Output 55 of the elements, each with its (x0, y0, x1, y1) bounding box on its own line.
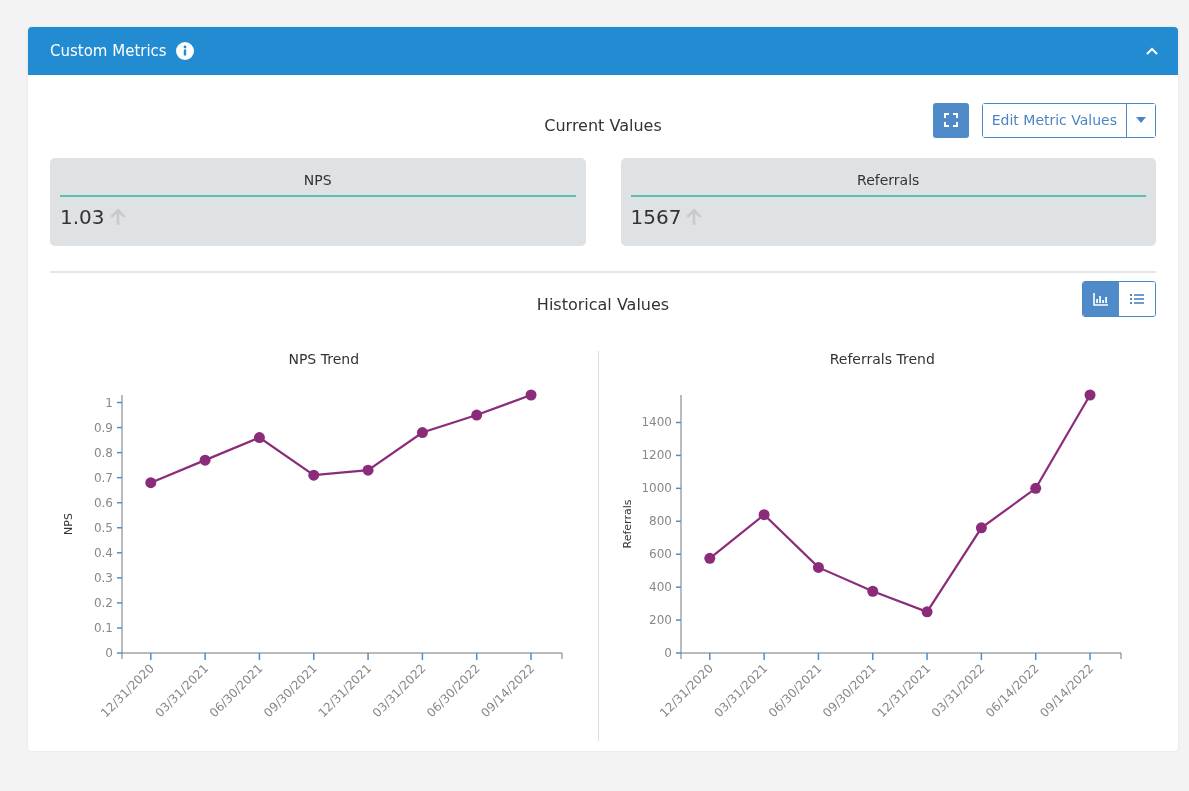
data-point (758, 509, 770, 521)
data-point (253, 432, 265, 444)
collapse-icon[interactable] (1146, 47, 1158, 55)
tick-label: 0.1 (93, 620, 113, 635)
axis-title: Referrals (620, 499, 634, 549)
tick-label: 1200 (640, 448, 672, 463)
section-heading: Historical Values (536, 293, 670, 314)
panel-title: Custom Metrics (50, 42, 167, 60)
chart-view-button[interactable] (1083, 282, 1119, 316)
dropdown-button[interactable] (1126, 103, 1155, 137)
tick-label: 0.7 (93, 470, 113, 485)
tick-label: 0.2 (93, 595, 113, 610)
axis-title: NPS (62, 513, 75, 535)
tick-label: 0.3 (93, 570, 113, 585)
fullscreen-icon (943, 113, 958, 127)
tick-label: 1 (105, 395, 113, 410)
tick-label: 200 (648, 613, 672, 628)
data-point (975, 522, 987, 534)
data-point (199, 454, 211, 466)
data-point (812, 561, 824, 573)
caret-icon (1136, 117, 1146, 123)
metric-value: 1.03 (60, 205, 105, 229)
tick-label: 0.4 (93, 545, 113, 560)
tick-label: 0.6 (93, 495, 113, 510)
tick-label: 0.5 (93, 520, 113, 535)
tick-label: 1000 (640, 481, 672, 496)
tick-label: 1400 (640, 415, 672, 430)
metric-name: Referrals (630, 172, 1146, 197)
data-point (308, 469, 320, 481)
tick-label: 0.9 (93, 420, 113, 435)
metric-name: NPS (60, 172, 576, 197)
tick-label: 600 (648, 547, 672, 562)
bar-chart-icon (1093, 292, 1109, 306)
tick-label: 0 (105, 646, 113, 660)
data-point (866, 585, 878, 597)
data-point (703, 552, 715, 564)
metric-value: 1567 (630, 205, 682, 229)
data-point (145, 477, 157, 489)
list-icon (1129, 292, 1145, 306)
data-point (1084, 389, 1096, 401)
data-point (362, 464, 374, 476)
data-point (1029, 482, 1041, 494)
chart-title: Referrals Trend (829, 351, 935, 367)
tick-label: 800 (648, 514, 672, 529)
info-icon[interactable] (175, 42, 194, 60)
tick-label: 400 (648, 580, 672, 595)
section-heading: Current Values (544, 114, 662, 135)
fullscreen-button[interactable] (932, 102, 969, 138)
tick-label: 0 (663, 646, 672, 660)
data-point (416, 427, 428, 439)
data-point (921, 606, 933, 618)
data-point (525, 389, 537, 401)
chart-title: NPS Trend (288, 351, 360, 367)
tick-label: 0.8 (93, 445, 113, 460)
data-point (471, 409, 483, 421)
